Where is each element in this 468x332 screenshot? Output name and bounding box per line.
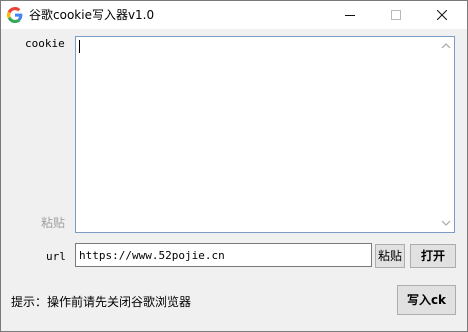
url-input[interactable] [75, 243, 372, 267]
scroll-up-arrow-icon[interactable] [441, 42, 451, 50]
title-bar[interactable]: 谷歌cookie写入器v1.0 [1, 1, 467, 29]
open-button[interactable]: 打开 [410, 244, 456, 268]
paste-button[interactable]: 粘贴 [375, 244, 405, 268]
maximize-button[interactable] [373, 1, 419, 29]
cookie-textarea[interactable] [75, 36, 455, 233]
minimize-button[interactable] [327, 1, 373, 29]
window-title: 谷歌cookie写入器v1.0 [29, 8, 155, 22]
app-window: 谷歌cookie写入器v1.0 cookie 粘贴 url 粘贴 打开 提示：操… [0, 0, 468, 332]
close-button[interactable] [419, 1, 465, 29]
paste-hint-label[interactable]: 粘贴 [41, 214, 65, 231]
cookie-label: cookie [25, 37, 65, 50]
write-ck-button[interactable]: 写入ck [397, 285, 456, 315]
minimize-icon [345, 15, 355, 16]
maximize-icon [391, 10, 401, 20]
google-g-icon [7, 7, 23, 23]
hint-text: 提示：操作前请先关闭谷歌浏览器 [11, 295, 192, 309]
scroll-down-arrow-icon[interactable] [441, 219, 451, 227]
text-caret [79, 40, 80, 53]
close-icon [437, 10, 447, 20]
url-label: url [46, 250, 66, 263]
